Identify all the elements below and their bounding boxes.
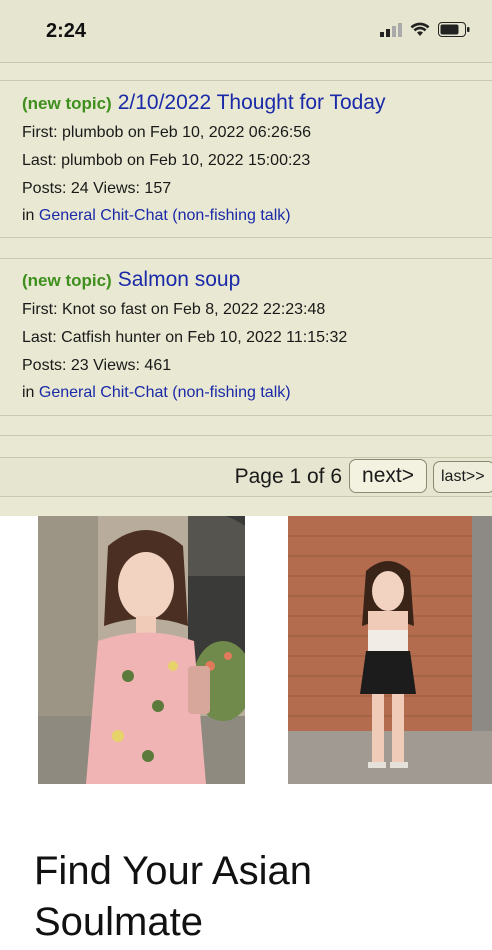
battery-icon <box>438 22 470 37</box>
forum-link[interactable]: General Chit-Chat (non-fishing talk) <box>39 384 291 401</box>
topic-card: (new topic) 2/10/2022 Thought for Today F… <box>0 80 492 238</box>
topic-title-link[interactable]: 2/10/2022 Thought for Today <box>118 91 386 114</box>
ad-photo-left[interactable] <box>38 516 245 784</box>
woman-photo-icon <box>38 516 245 784</box>
next-page-button[interactable]: next> <box>349 459 427 493</box>
topic-forum-line: in General Chit-Chat (non-fishing talk) <box>22 207 291 225</box>
topic-stats: Posts: 24 Views: 157 <box>22 180 172 197</box>
status-bar: 2:24 <box>0 0 492 62</box>
forum-prefix: in <box>22 207 35 224</box>
wifi-icon <box>410 22 430 36</box>
woman-photo-icon <box>288 516 492 784</box>
topic-forum-line: in General Chit-Chat (non-fishing talk) <box>22 384 291 402</box>
last-page-button[interactable]: last>> <box>433 461 492 493</box>
topic-title-link[interactable]: Salmon soup <box>118 268 241 291</box>
status-icons <box>380 22 470 37</box>
topic-card: (new topic) Salmon soup First: Knot so fa… <box>0 258 492 416</box>
ad-headline[interactable]: Find Your Asian Soulmate <box>34 846 454 948</box>
topic-last-post: Last: Catfish hunter on Feb 10, 2022 11:… <box>22 329 348 346</box>
forum-prefix: in <box>22 384 35 401</box>
ad-photo-right[interactable] <box>288 516 492 784</box>
divider <box>0 62 492 63</box>
new-topic-tag: (new topic) <box>22 271 112 290</box>
topic-first-post: First: plumbob on Feb 10, 2022 06:26:56 <box>22 124 312 141</box>
topic-first-post: First: Knot so fast on Feb 8, 2022 22:23… <box>22 301 326 318</box>
page-indicator: Page 1 of 6 <box>234 465 342 488</box>
signal-icon <box>380 22 402 37</box>
new-topic-tag: (new topic) <box>22 94 112 113</box>
divider <box>0 435 492 436</box>
topic-last-post: Last: plumbob on Feb 10, 2022 15:00:23 <box>22 152 311 169</box>
forum-link[interactable]: General Chit-Chat (non-fishing talk) <box>39 207 291 224</box>
advertisement[interactable]: Find Your Asian Soulmate <box>0 516 492 950</box>
pagination-bar: Page 1 of 6 next> last>> <box>0 457 492 497</box>
topic-stats: Posts: 23 Views: 461 <box>22 357 172 374</box>
status-time: 2:24 <box>46 20 87 42</box>
